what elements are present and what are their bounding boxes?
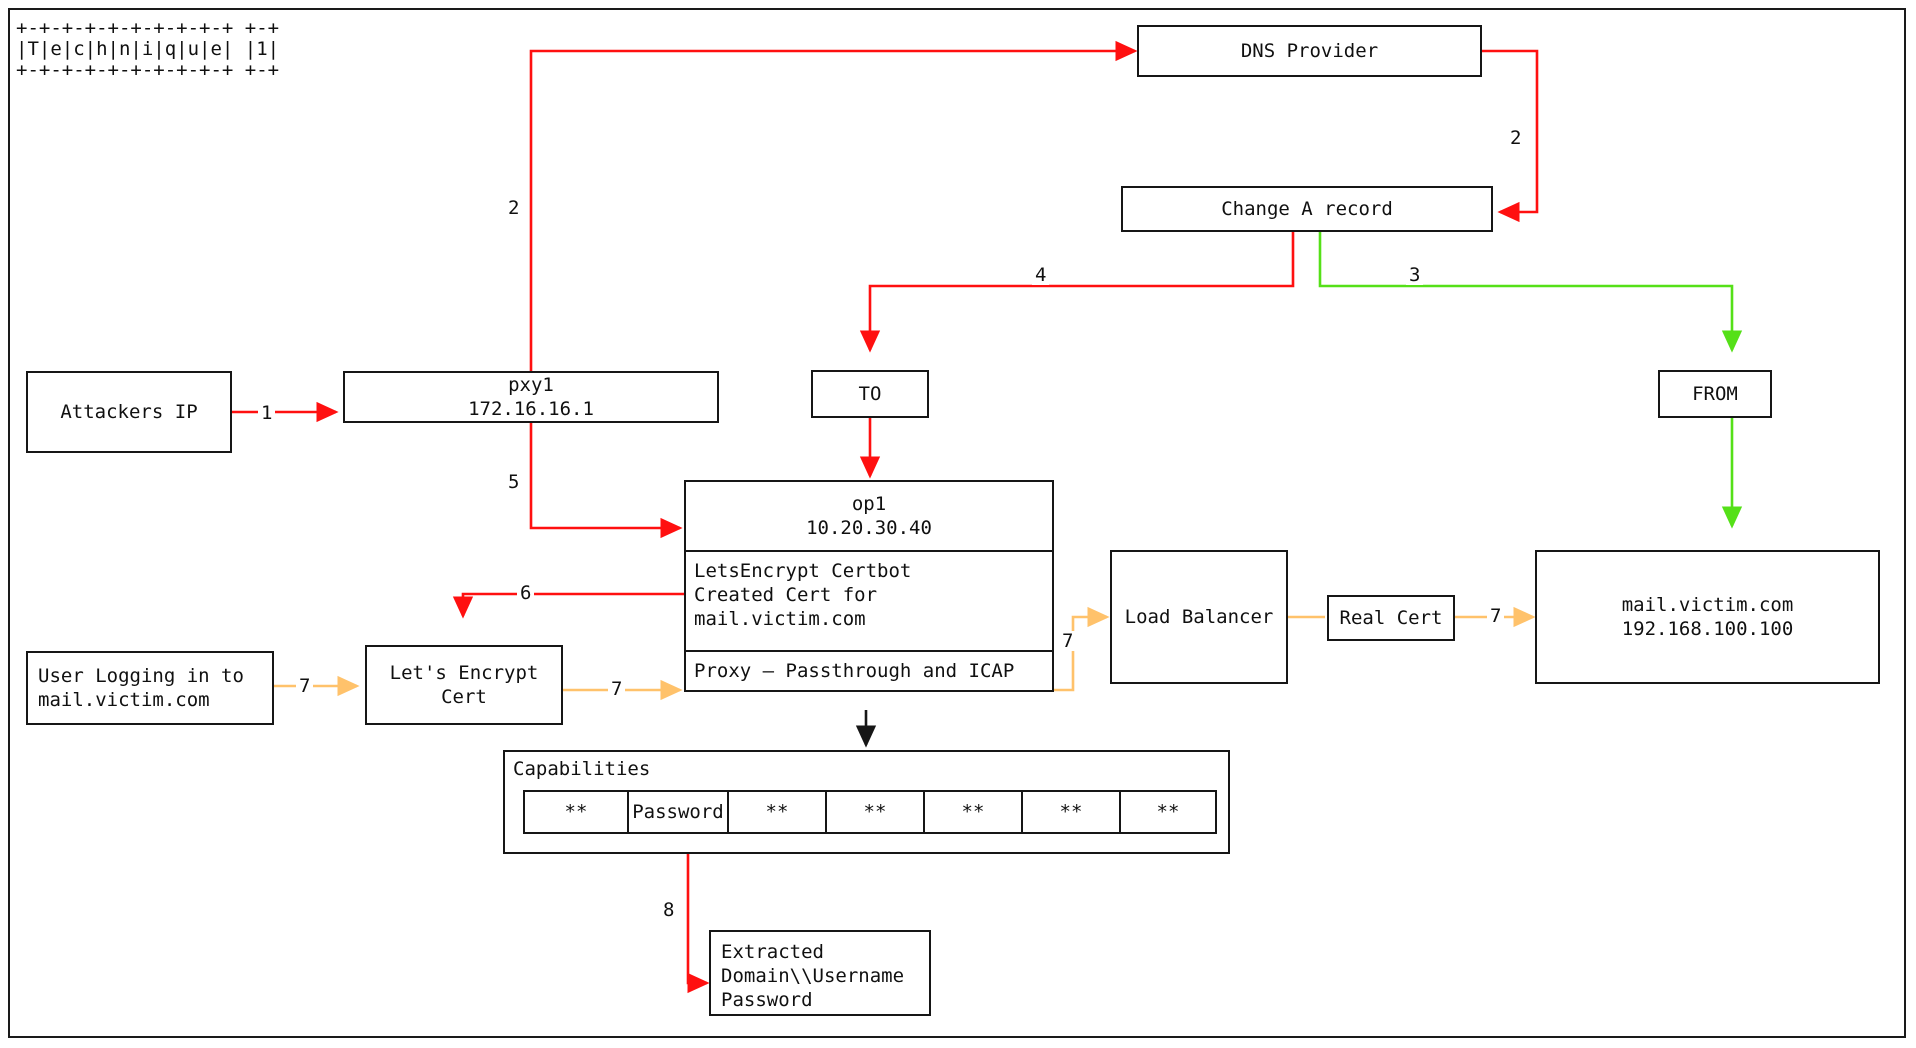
edge-label-8: 8	[660, 900, 678, 920]
capability-cell[interactable]: **	[523, 790, 627, 834]
node-capabilities[interactable]: Capabilities ** Password ** ** ** ** **	[503, 750, 1230, 854]
capabilities-cell-list: ** Password ** ** ** ** **	[523, 790, 1217, 834]
edge-label-6: 6	[517, 583, 535, 603]
edge-label-2b: 2	[1507, 128, 1525, 148]
node-pxy1[interactable]: pxy1 172.16.16.1	[343, 371, 719, 423]
edge-label-3: 3	[1406, 265, 1424, 285]
node-to[interactable]: TO	[811, 370, 929, 418]
capabilities-title: Capabilities	[513, 758, 651, 780]
edge-label-5: 5	[505, 472, 523, 492]
node-load-balancer[interactable]: Load Balancer	[1110, 550, 1288, 684]
node-extracted[interactable]: Extracted Domain\\Username Password	[709, 930, 931, 1016]
edge-label-7a: 7	[296, 676, 314, 696]
node-mail-victim[interactable]: mail.victim.com 192.168.100.100	[1535, 550, 1880, 684]
ascii-title-technique-1: +-+-+-+-+-+-+-+-+-+ +-+ |T|e|c|h|n|i|q|u…	[16, 17, 280, 81]
node-user-logging[interactable]: User Logging in to mail.victim.com	[26, 651, 274, 725]
node-real-cert[interactable]: Real Cert	[1327, 595, 1455, 641]
edge-label-7b: 7	[608, 679, 626, 699]
capability-cell[interactable]: **	[727, 790, 825, 834]
node-change-a-record[interactable]: Change A record	[1121, 186, 1493, 232]
node-from[interactable]: FROM	[1658, 370, 1772, 418]
capability-cell[interactable]: **	[825, 790, 923, 834]
edge-label-7c: 7	[1059, 631, 1077, 651]
capability-cell-password[interactable]: Password	[627, 790, 727, 834]
op1-header: op1 10.20.30.40	[806, 493, 932, 539]
edge-label-2a: 2	[505, 198, 523, 218]
capability-cell[interactable]: **	[923, 790, 1021, 834]
capability-cell[interactable]: **	[1119, 790, 1217, 834]
node-attackers-ip[interactable]: Attackers IP	[26, 371, 232, 453]
op1-proxy-section: Proxy — Passthrough and ICAP	[686, 650, 1052, 690]
edge-label-4: 4	[1032, 265, 1050, 285]
node-dns-provider[interactable]: DNS Provider	[1137, 25, 1482, 77]
node-lets-encrypt-cert[interactable]: Let's Encrypt Cert	[365, 645, 563, 725]
node-op1[interactable]: op1 10.20.30.40 LetsEncrypt Certbot Crea…	[684, 480, 1054, 692]
edge-label-1: 1	[258, 403, 276, 423]
capability-cell[interactable]: **	[1021, 790, 1119, 834]
edge-label-7e: 7	[1487, 606, 1505, 626]
op1-certbot-section: LetsEncrypt Certbot Created Cert for mai…	[686, 550, 1052, 650]
diagram-canvas: +-+-+-+-+-+-+-+-+-+ +-+ |T|e|c|h|n|i|q|u…	[0, 0, 1916, 1048]
